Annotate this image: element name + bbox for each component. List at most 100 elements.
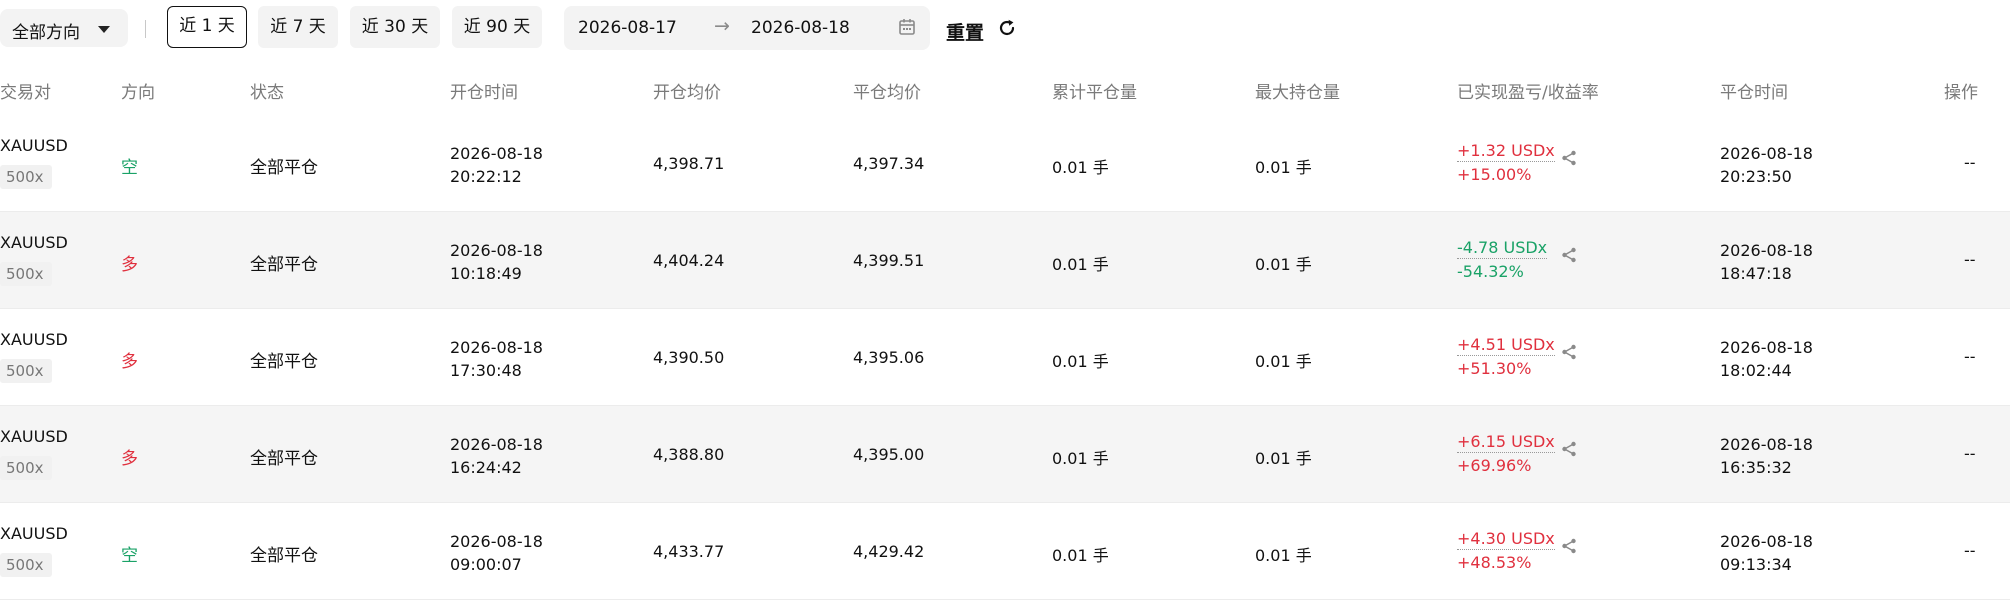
calendar-icon[interactable] [898, 18, 916, 40]
realized-pnl[interactable]: +1.32 USDx [1457, 141, 1555, 162]
open-date: 2026-08-18 [450, 338, 543, 357]
closed-qty: 0.01 手 [1052, 352, 1109, 371]
open-price: 4,390.50 [653, 348, 725, 367]
leverage-badge: 500x [0, 165, 52, 189]
direction-label: 多 [121, 255, 138, 275]
close-clock: 18:47:18 [1720, 264, 1792, 283]
header-close-price: 平仓均价 [853, 83, 921, 103]
share-icon[interactable] [1560, 440, 1578, 462]
direction-label: 空 [121, 546, 138, 566]
closed-qty: 0.01 手 [1052, 255, 1109, 274]
close-date: 2026-08-18 [1720, 241, 1813, 260]
status-label: 全部平仓 [250, 352, 318, 372]
open-time: 2026-08-18 17:30:48 [450, 336, 543, 382]
share-icon[interactable] [1560, 537, 1578, 559]
close-time: 2026-08-18 18:02:44 [1720, 336, 1813, 382]
range-7d-button[interactable]: 近 7 天 [258, 6, 338, 48]
close-price: 4,397.34 [853, 154, 925, 173]
status-label: 全部平仓 [250, 449, 318, 469]
leverage-badge: 500x [0, 456, 52, 480]
table-row[interactable]: XAUUSD 500x 多 全部平仓 2026-08-18 16:24:42 4… [0, 406, 2010, 503]
close-time: 2026-08-18 18:47:18 [1720, 239, 1813, 285]
realized-pnl[interactable]: -4.78 USDx [1457, 238, 1548, 259]
date-start-input[interactable]: 2026-08-17 [578, 18, 677, 38]
header-action: 操作 [1944, 83, 1978, 103]
close-clock: 09:13:34 [1720, 555, 1792, 574]
table-row[interactable]: XAUUSD 500x 空 全部平仓 2026-08-18 20:22:12 4… [0, 115, 2010, 212]
close-date: 2026-08-18 [1720, 435, 1813, 454]
close-clock: 16:35:32 [1720, 458, 1792, 477]
open-time: 2026-08-18 20:22:12 [450, 142, 543, 188]
table-row[interactable]: XAUUSD 500x 多 全部平仓 2026-08-18 17:30:48 4… [0, 309, 2010, 406]
direction-label: 多 [121, 352, 138, 372]
max-qty: 0.01 手 [1255, 449, 1312, 468]
close-time: 2026-08-18 09:13:34 [1720, 530, 1813, 576]
open-date: 2026-08-18 [450, 532, 543, 551]
header-direction: 方向 [121, 83, 155, 103]
close-time: 2026-08-18 16:35:32 [1720, 433, 1813, 479]
range-30d-button[interactable]: 近 30 天 [350, 6, 440, 48]
open-time: 2026-08-18 09:00:07 [450, 530, 543, 576]
close-price: 4,429.42 [853, 542, 925, 561]
pnl-rate: +69.96% [1457, 456, 1532, 475]
leverage-badge: 500x [0, 359, 52, 383]
pair-symbol: XAUUSD [0, 427, 68, 446]
open-date: 2026-08-18 [450, 241, 543, 260]
closed-qty: 0.01 手 [1052, 546, 1109, 565]
open-price: 4,404.24 [653, 251, 725, 270]
table-row[interactable]: XAUUSD 500x 多 全部平仓 2026-08-18 10:18:49 4… [0, 212, 2010, 309]
status-label: 全部平仓 [250, 255, 318, 275]
arrow-right-icon: → [714, 15, 730, 37]
range-1d-button[interactable]: 近 1 天 [167, 6, 247, 48]
direction-select-label: 全部方向 [12, 23, 80, 43]
table-row[interactable]: XAUUSD 500x 空 全部平仓 2026-08-18 09:00:07 4… [0, 503, 2010, 600]
open-clock: 10:18:49 [450, 264, 522, 283]
refresh-icon [996, 17, 1018, 43]
date-range-picker[interactable]: 2026-08-17 → 2026-08-18 [564, 6, 930, 50]
realized-pnl[interactable]: +4.51 USDx [1457, 335, 1555, 356]
action-cell: -- [1964, 250, 1976, 269]
share-icon[interactable] [1560, 246, 1578, 268]
max-qty: 0.01 手 [1255, 158, 1312, 177]
direction-label: 空 [121, 158, 138, 178]
open-date: 2026-08-18 [450, 144, 543, 163]
header-status: 状态 [250, 83, 284, 103]
open-time: 2026-08-18 16:24:42 [450, 433, 543, 479]
pnl-rate: +48.53% [1457, 553, 1532, 572]
close-date: 2026-08-18 [1720, 144, 1813, 163]
max-qty: 0.01 手 [1255, 546, 1312, 565]
realized-pnl[interactable]: +4.30 USDx [1457, 529, 1555, 550]
filter-toolbar: 全部方向 近 1 天 近 7 天 近 30 天 近 90 天 2026-08-1… [0, 6, 1400, 50]
share-icon[interactable] [1560, 343, 1578, 365]
open-date: 2026-08-18 [450, 435, 543, 454]
close-price: 4,395.00 [853, 445, 925, 464]
date-end-input[interactable]: 2026-08-18 [751, 18, 850, 38]
open-clock: 20:22:12 [450, 167, 522, 186]
leverage-badge: 500x [0, 553, 52, 577]
open-price: 4,433.77 [653, 542, 725, 561]
open-price: 4,398.71 [653, 154, 725, 173]
open-clock: 09:00:07 [450, 555, 522, 574]
header-close-time: 平仓时间 [1720, 83, 1788, 103]
close-clock: 20:23:50 [1720, 167, 1792, 186]
close-date: 2026-08-18 [1720, 532, 1813, 551]
max-qty: 0.01 手 [1255, 255, 1312, 274]
closed-qty: 0.01 手 [1052, 158, 1109, 177]
range-90d-button[interactable]: 近 90 天 [452, 6, 542, 48]
pnl-rate: -54.32% [1457, 262, 1524, 281]
header-closed-qty: 累计平仓量 [1052, 83, 1137, 103]
realized-pnl[interactable]: +6.15 USDx [1457, 432, 1555, 453]
close-clock: 18:02:44 [1720, 361, 1792, 380]
direction-select[interactable]: 全部方向 [0, 9, 128, 47]
header-pair: 交易对 [0, 83, 51, 103]
status-label: 全部平仓 [250, 546, 318, 566]
open-time: 2026-08-18 10:18:49 [450, 239, 543, 285]
closed-qty: 0.01 手 [1052, 449, 1109, 468]
pnl-rate: +51.30% [1457, 359, 1532, 378]
close-time: 2026-08-18 20:23:50 [1720, 142, 1813, 188]
pnl-rate: +15.00% [1457, 165, 1532, 184]
close-price: 4,395.06 [853, 348, 925, 367]
share-icon[interactable] [1560, 149, 1578, 171]
header-open-price: 开仓均价 [653, 83, 721, 103]
open-clock: 17:30:48 [450, 361, 522, 380]
